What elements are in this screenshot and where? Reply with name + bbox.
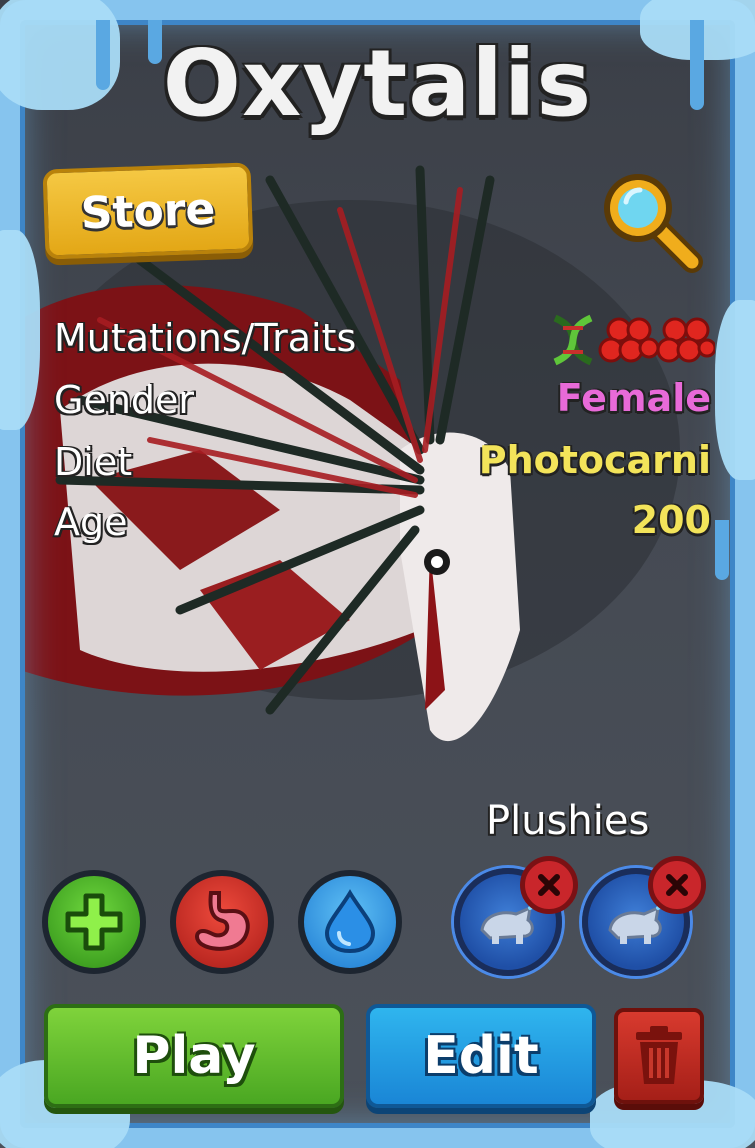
ice-decoration	[0, 230, 40, 430]
creature-name: Oxytalis	[162, 30, 593, 137]
diet-value: Photocarni	[478, 438, 711, 482]
traits-icons[interactable]	[547, 310, 717, 370]
mutations-traits-label: Mutations/Traits	[54, 316, 357, 360]
age-label: Age	[54, 500, 128, 544]
hunger-button[interactable]	[170, 870, 274, 974]
edit-button-label: Edit	[423, 1026, 539, 1086]
health-button[interactable]	[42, 870, 146, 974]
age-value: 200	[631, 498, 711, 542]
blood-cells-icon	[598, 317, 660, 363]
water-drop-icon	[324, 889, 376, 954]
remove-plushie-1-button[interactable]	[520, 856, 578, 914]
magnifier-icon[interactable]	[596, 166, 706, 276]
store-button-label: Store	[79, 183, 217, 239]
gender-value: Female	[556, 376, 711, 420]
play-button-label: Play	[132, 1026, 256, 1086]
ice-decoration	[715, 520, 729, 580]
ice-decoration	[715, 300, 755, 480]
creature-card: Oxytalis Store Mutations/Traits Gender F…	[0, 0, 755, 1148]
remove-plushie-2-button[interactable]	[648, 856, 706, 914]
trash-icon	[636, 1026, 682, 1084]
dna-icon	[553, 314, 593, 366]
close-icon	[538, 874, 560, 896]
delete-button[interactable]	[614, 1008, 704, 1104]
close-icon	[666, 874, 688, 896]
blood-cells-icon	[656, 317, 717, 363]
plus-health-icon	[65, 893, 123, 951]
store-button[interactable]: Store	[42, 162, 254, 260]
play-button[interactable]: Play	[44, 1004, 344, 1108]
diet-label: Diet	[54, 440, 133, 484]
edit-button[interactable]: Edit	[366, 1004, 596, 1108]
gender-label: Gender	[54, 378, 195, 422]
thirst-button[interactable]	[298, 870, 402, 974]
plushies-label: Plushies	[486, 798, 650, 844]
stomach-icon	[195, 891, 250, 951]
